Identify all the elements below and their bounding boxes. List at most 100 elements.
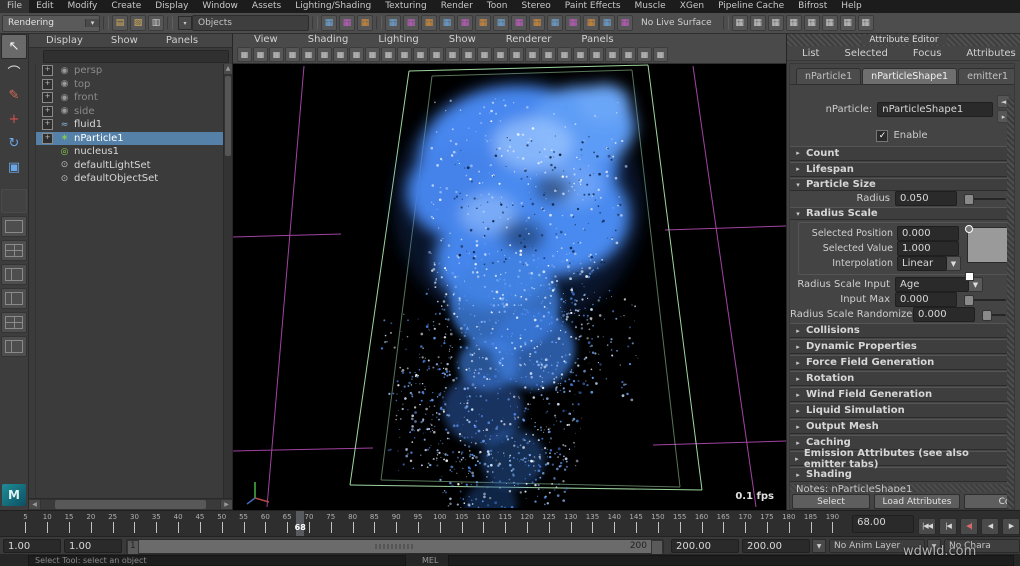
light-editor-icon[interactable]: ▦ <box>840 15 856 31</box>
menu-item[interactable]: Bifrost <box>791 0 834 13</box>
outliner-horizontal-scrollbar[interactable]: ◀ ▶ <box>29 498 232 510</box>
attr-section-header[interactable]: ▸ Output Mesh <box>790 419 1014 434</box>
attr-section-header[interactable]: ▸ Dynamic Properties <box>790 339 1014 354</box>
magnet-live-icon[interactable]: ▦ <box>599 15 615 31</box>
selection-mask-dropdown[interactable]: ▾ <box>178 16 192 30</box>
play-backwards-button[interactable]: ◀ <box>981 518 999 535</box>
tool-button[interactable]: ✎ <box>2 84 26 107</box>
textured-icon[interactable]: ▦ <box>365 47 380 62</box>
viewport-menu-item[interactable]: Renderer <box>499 33 559 46</box>
menu-item[interactable]: File <box>0 0 29 13</box>
highlight-selection-icon[interactable]: ▦ <box>573 47 588 62</box>
render-view-icon[interactable]: ▦ <box>732 15 748 31</box>
field-chart-icon[interactable]: ▦ <box>493 47 508 62</box>
bookmarks-icon[interactable]: ▦ <box>253 47 268 62</box>
attr-editor-menu-item[interactable]: Focus <box>906 47 949 60</box>
radius-scale-section-header[interactable]: ▾ Radius Scale <box>790 207 1014 220</box>
step-back-frame-button[interactable]: |◀ <box>939 518 957 535</box>
input-max-field[interactable]: 0.000 <box>895 292 957 307</box>
image-plane-icon[interactable]: ▦ <box>269 47 284 62</box>
persp-graph-layout-button[interactable] <box>1 288 27 309</box>
motion-blur-icon[interactable]: ▦ <box>429 47 444 62</box>
smooth-shade-icon[interactable]: ▦ <box>349 47 364 62</box>
selection-mask-field[interactable]: Objects <box>192 15 309 31</box>
menu-item[interactable]: Edit <box>29 0 60 13</box>
select-by-component-icon[interactable]: ▦ <box>357 15 373 31</box>
interpolation-dropdown[interactable]: Linear ▼ <box>897 256 961 271</box>
selected-value-field[interactable]: 1.000 <box>897 241 959 256</box>
multisample-icon[interactable]: ▦ <box>445 47 460 62</box>
playback-end-field[interactable]: 200.00 <box>671 539 739 553</box>
radius-slider[interactable] <box>965 198 1006 200</box>
select-by-hierarchy-icon[interactable]: ▦ <box>321 15 337 31</box>
open-scene-icon[interactable]: ▨ <box>130 15 146 31</box>
snap-projected-center-icon[interactable]: ▦ <box>439 15 455 31</box>
radius-scale-randomize-slider[interactable] <box>983 314 1006 316</box>
menu-item[interactable]: Display <box>148 0 195 13</box>
input-max-slider[interactable] <box>965 299 1006 301</box>
render-settings-icon[interactable]: ▦ <box>786 15 802 31</box>
command-mode-label[interactable]: MEL <box>422 556 438 565</box>
gate-mask-icon[interactable]: ▦ <box>525 47 540 62</box>
menu-item[interactable]: Window <box>195 0 245 13</box>
highlight-selection-icon[interactable]: ▦ <box>583 15 599 31</box>
rigid-body-icon[interactable]: ▦ <box>617 15 633 31</box>
scroll-left-icon[interactable]: ◀ <box>29 500 40 509</box>
last-tool-slot[interactable] <box>1 189 27 213</box>
2d-pan-zoom-icon[interactable]: ▦ <box>285 47 300 62</box>
screen-ao-icon[interactable]: ▦ <box>413 47 428 62</box>
attr-editor-menu-item[interactable]: Selected <box>837 47 894 60</box>
save-scene-icon[interactable]: ▥ <box>148 15 164 31</box>
help-line-icon[interactable]: ▦ <box>547 15 563 31</box>
safe-title-icon[interactable]: ▦ <box>557 47 572 62</box>
xray-joints-icon[interactable]: ▦ <box>605 47 620 62</box>
selected-position-field[interactable]: 0.000 <box>897 226 959 241</box>
outliner-item[interactable]: + ∗ nParticle1 <box>36 132 232 146</box>
persp-outliner-layout-button[interactable] <box>1 264 27 285</box>
ramp-key-handle[interactable] <box>965 272 974 281</box>
safe-action-icon[interactable]: ▦ <box>541 47 556 62</box>
expand-toggle[interactable]: + <box>42 119 53 130</box>
lock-selection-icon[interactable]: ▦ <box>565 15 581 31</box>
outliner-menu-item[interactable]: Panels <box>159 34 205 47</box>
render-sequence-icon[interactable]: ▦ <box>858 15 874 31</box>
chevron-down-icon[interactable]: ▼ <box>947 256 961 271</box>
viewport-menu-item[interactable]: View <box>247 33 285 46</box>
new-scene-icon[interactable]: ▤ <box>112 15 128 31</box>
camera-attributes-icon[interactable]: ▦ <box>237 47 252 62</box>
outliner-menu-item[interactable]: Display <box>39 34 90 47</box>
animation-start-field[interactable]: 1.00 <box>3 539 61 553</box>
outliner-item[interactable]: + ◉ front <box>36 91 232 105</box>
select-by-object-icon[interactable]: ▦ <box>339 15 355 31</box>
viewport-menu-item[interactable]: Shading <box>301 33 356 46</box>
grease-pencil-icon[interactable]: ▦ <box>301 47 316 62</box>
attr-editor-scrollbar[interactable] <box>1007 99 1014 509</box>
outliner-item[interactable]: + ◉ top <box>36 78 232 92</box>
snap-point-icon[interactable]: ▦ <box>421 15 437 31</box>
select-button[interactable]: Select <box>792 494 870 509</box>
node-name-field[interactable]: nParticleShape1 <box>877 102 993 117</box>
range-end-handle[interactable] <box>651 540 663 555</box>
outliner-item[interactable]: ⊙ defaultLightSet <box>36 159 232 173</box>
four-pane-layout-button[interactable] <box>1 240 27 261</box>
attr-section-header[interactable]: ▸ Collisions <box>790 323 1014 338</box>
attribute-editor-title-bar[interactable]: Attribute Editor <box>787 33 1020 46</box>
viewport-menu-item[interactable]: Lighting <box>371 33 425 46</box>
enable-checkbox[interactable]: ✓ <box>876 130 888 142</box>
ipr-render-icon[interactable]: ▦ <box>768 15 784 31</box>
outliner-filter-field[interactable] <box>43 50 229 63</box>
outliner-item[interactable]: ◎ nucleus1 <box>36 145 232 159</box>
snap-curve-icon[interactable]: ▦ <box>403 15 419 31</box>
menu-item[interactable]: Stereo <box>514 0 557 13</box>
animation-end-field[interactable]: 200.00 <box>742 539 810 553</box>
outliner-menu-item[interactable]: Show <box>104 34 145 47</box>
menu-item[interactable]: Texturing <box>378 0 434 13</box>
expand-toggle[interactable]: + <box>42 133 53 144</box>
quick-render-icon[interactable]: ▦ <box>750 15 766 31</box>
camera-lock-icon[interactable]: ▦ <box>317 47 332 62</box>
attr-section-header[interactable]: ▸ Rotation <box>790 371 1014 386</box>
play-forwards-button[interactable]: ▶ <box>1002 518 1020 535</box>
expand-toggle[interactable]: + <box>42 92 53 103</box>
outliner-item[interactable]: + ◉ persp <box>36 64 232 78</box>
attr-section-header[interactable]: ▸ Lifespan <box>790 162 1014 177</box>
